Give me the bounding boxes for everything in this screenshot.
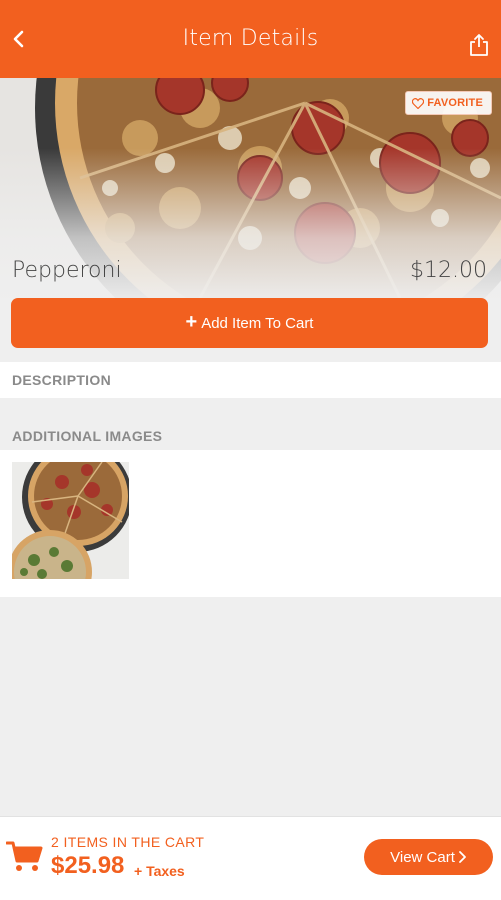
additional-images-title: ADDITIONAL IMAGES [0, 418, 501, 454]
item-price: $12.00 [410, 258, 487, 283]
plus-icon: + [185, 311, 198, 333]
description-title: DESCRIPTION [12, 372, 111, 388]
additional-image-thumbnail[interactable] [12, 462, 129, 579]
view-cart-button[interactable]: View Cart [364, 839, 493, 875]
cart-summary-bar: 2 ITEMS IN THE CART $25.98 + Taxes View … [0, 816, 501, 900]
app-bar: Item Details [0, 0, 501, 78]
cart-item-count: 2 ITEMS IN THE CART [51, 834, 205, 850]
favorite-button[interactable]: FAVORITE [405, 91, 492, 115]
share-icon [470, 34, 488, 56]
cart-taxes-label: + Taxes [134, 863, 185, 879]
view-cart-label: View Cart [390, 848, 455, 866]
shopping-cart-icon[interactable] [6, 839, 44, 873]
add-to-cart-button[interactable]: + Add Item To Cart [11, 298, 488, 348]
item-hero-image: FAVORITE Pepperoni $12.00 [0, 78, 501, 298]
add-to-cart-label: Add Item To Cart [201, 314, 314, 332]
chevron-right-icon [458, 851, 466, 863]
cart-total: $25.98 [51, 852, 125, 879]
heart-icon [412, 97, 425, 109]
item-name: Pepperoni [12, 258, 122, 283]
additional-images-panel [0, 450, 501, 597]
share-button[interactable] [465, 30, 493, 60]
page-title: Item Details [182, 26, 319, 51]
favorite-label: FAVORITE [427, 97, 483, 109]
pizza-thumbnail-photo [12, 462, 129, 579]
